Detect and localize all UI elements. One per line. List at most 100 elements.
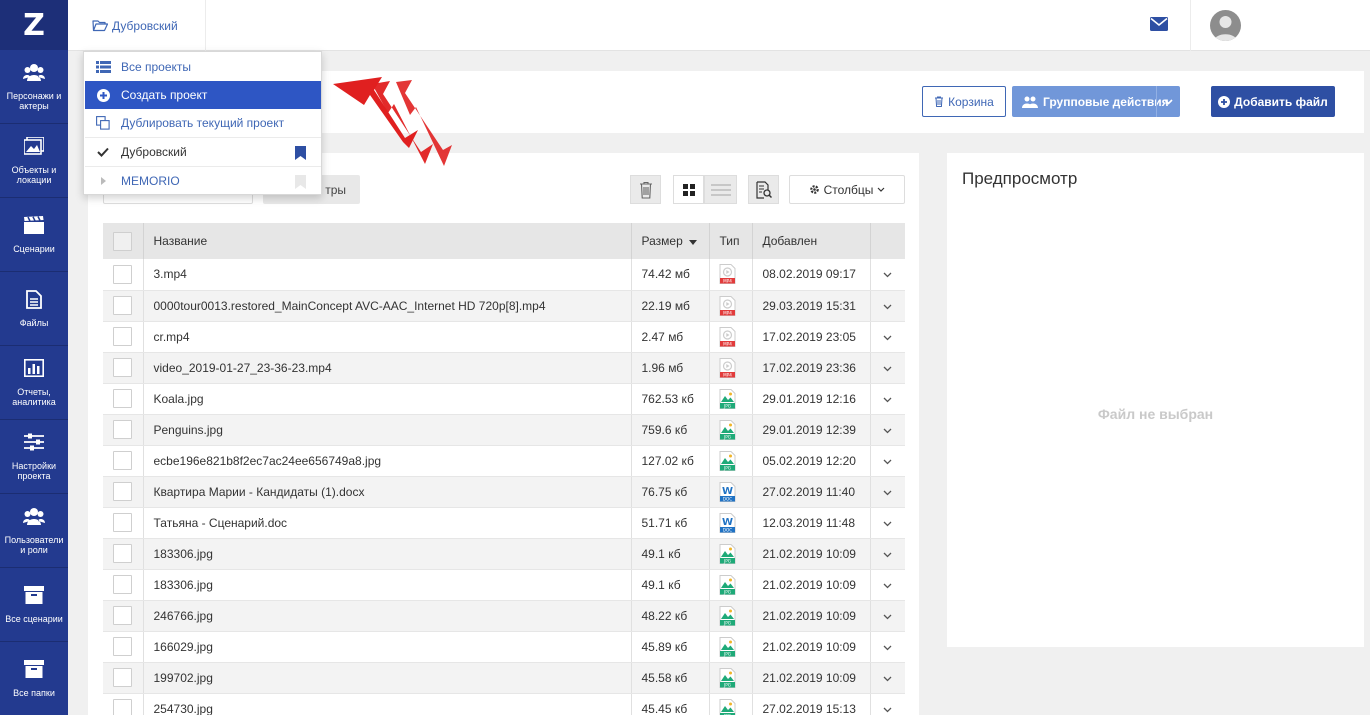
row-checkbox[interactable] <box>113 420 132 439</box>
file-name[interactable]: Koala.jpg <box>142 383 631 415</box>
mail-icon[interactable] <box>1150 17 1168 34</box>
table-row[interactable]: 0000tour0013.restored_MainConcept AVC-AA… <box>103 290 905 322</box>
chevron-down-icon[interactable] <box>1156 86 1180 117</box>
row-expand-chevron-icon[interactable] <box>869 290 905 322</box>
row-checkbox[interactable] <box>113 451 132 470</box>
column-header-added[interactable]: Добавлен <box>751 223 870 259</box>
file-name[interactable]: 166029.jpg <box>142 631 631 663</box>
sidebar-item-7[interactable]: Пользователи и роли <box>0 494 68 568</box>
row-expand-chevron-icon[interactable] <box>869 538 905 570</box>
row-checkbox[interactable] <box>113 358 132 377</box>
file-name[interactable]: cr.mp4 <box>142 321 631 353</box>
row-checkbox[interactable] <box>113 327 132 346</box>
file-name[interactable]: 0000tour0013.restored_MainConcept AVC-AA… <box>142 290 631 322</box>
row-expand-chevron-icon[interactable] <box>869 414 905 446</box>
columns-button[interactable]: Столбцы <box>789 175 905 204</box>
sidebar-item-6[interactable]: Настройки проекта <box>0 420 68 494</box>
row-expand-chevron-icon[interactable] <box>869 352 905 384</box>
table-row[interactable]: 254730.jpg45.45 кбJPG27.02.2019 15:13 <box>103 693 905 715</box>
row-expand-chevron-icon[interactable] <box>869 600 905 632</box>
table-row[interactable]: Квартира Марии - Кандидаты (1).docx 76.75… <box>103 476 905 508</box>
menu-item-create-project[interactable]: Создать проект <box>85 81 321 109</box>
table-row[interactable]: 166029.jpg 45.89 кб JPG 21.02.2019 10:09 <box>103 631 905 663</box>
row-checkbox[interactable] <box>113 606 132 625</box>
row-expand-chevron-icon[interactable] <box>869 476 905 508</box>
row-checkbox[interactable] <box>113 575 132 594</box>
column-header-type[interactable]: Тип <box>708 223 752 259</box>
table-row[interactable]: 3.mp4 74.42 мб MP4 08.02.2019 09:17 <box>103 259 905 291</box>
table-row[interactable]: cr.mp4 2.47 мб MP4 17.02.2019 23:05 <box>103 321 905 353</box>
menu-item-all-projects[interactable]: Все проекты <box>85 53 321 81</box>
sidebar-item-5[interactable]: Отчеты, аналитика <box>0 346 68 420</box>
row-checkbox[interactable] <box>113 389 132 408</box>
column-header-name[interactable]: Название <box>142 223 631 259</box>
add-file-button[interactable]: Добавить файл <box>1211 86 1335 117</box>
row-expand-chevron-icon[interactable] <box>869 321 905 353</box>
sidebar-item-label: Сценарии <box>13 243 55 254</box>
row-expand-chevron-icon[interactable] <box>869 631 905 663</box>
column-header-size[interactable]: Размер <box>630 223 709 259</box>
row-checkbox[interactable] <box>113 513 132 532</box>
menu-item-duplicate-project[interactable]: Дублировать текущий проект <box>85 109 321 137</box>
list-view-button[interactable] <box>704 175 737 204</box>
group-actions-button[interactable]: Групповые действия <box>1012 86 1180 117</box>
preview-toggle-button[interactable] <box>748 175 779 204</box>
file-name[interactable]: 183306.jpg <box>142 538 631 570</box>
project-selector[interactable]: Дубровский <box>68 0 206 51</box>
row-expand-chevron-icon[interactable] <box>869 693 905 715</box>
row-checkbox[interactable] <box>113 668 132 687</box>
bookmark-icon[interactable] <box>295 146 306 163</box>
row-checkbox[interactable] <box>113 699 132 715</box>
menu-item-project-dubrovsky[interactable]: Дубровский <box>85 137 321 166</box>
sidebar-item-1[interactable]: Персонажи и актеры <box>0 50 68 124</box>
table-row[interactable]: video_2019-01-27_23-36-23.mp4 1.96 мб MP4 1… <box>103 352 905 384</box>
table-row[interactable]: Татьяна - Сценарий.doc 51.71 кб W DOC 12.03.… <box>103 507 905 539</box>
row-expand-chevron-icon[interactable] <box>869 445 905 477</box>
grid-view-button[interactable] <box>673 175 704 204</box>
file-added: 29.01.2019 12:16 <box>751 383 870 415</box>
file-type-icon: JPG <box>708 383 752 415</box>
svg-text:MP4: MP4 <box>723 279 732 284</box>
trash-button[interactable]: Корзина <box>922 86 1006 117</box>
table-row[interactable]: 183306.jpg 49.1 кб JPG 21.02.2019 10:09 <box>103 569 905 601</box>
row-expand-chevron-icon[interactable] <box>869 569 905 601</box>
table-row[interactable]: ecbe196e821b8f2ec7ac24ee656749a8.jpg 127.… <box>103 445 905 477</box>
file-name[interactable]: 254730.jpg <box>142 693 631 715</box>
table-row[interactable]: Penguins.jpg 759.6 кб JPG 29.01.2019 12:39 <box>103 414 905 446</box>
avatar[interactable] <box>1210 10 1241 41</box>
file-name[interactable]: ecbe196e821b8f2ec7ac24ee656749a8.jpg <box>142 445 631 477</box>
bookmark-icon[interactable] <box>295 175 306 192</box>
file-name[interactable]: 3.mp4 <box>142 259 631 291</box>
file-name[interactable]: Квартира Марии - Кандидаты (1).docx <box>142 476 631 508</box>
delete-button[interactable] <box>630 175 661 204</box>
app-logo[interactable]: Z <box>0 0 68 50</box>
row-expand-chevron-icon[interactable] <box>869 259 905 291</box>
row-expand-chevron-icon[interactable] <box>869 662 905 694</box>
row-expand-chevron-icon[interactable] <box>869 507 905 539</box>
menu-item-project-memorio[interactable]: MEMORIO <box>85 166 321 194</box>
sidebar-item-3[interactable]: Сценарии <box>0 198 68 272</box>
header-divider <box>1190 0 1191 51</box>
file-name[interactable]: 183306.jpg <box>142 569 631 601</box>
row-checkbox[interactable] <box>113 482 132 501</box>
file-name[interactable]: Татьяна - Сценарий.doc <box>142 507 631 539</box>
row-checkbox[interactable] <box>113 544 132 563</box>
table-row[interactable]: 246766.jpg 48.22 кб JPG 21.02.2019 10:09 <box>103 600 905 632</box>
select-all-checkbox[interactable] <box>113 231 132 251</box>
row-checkbox[interactable] <box>113 637 132 656</box>
table-row[interactable]: 199702.jpg 45.58 кб JPG 21.02.2019 10:09 <box>103 662 905 694</box>
file-name[interactable]: Penguins.jpg <box>142 414 631 446</box>
row-expand-chevron-icon[interactable] <box>869 383 905 415</box>
file-name[interactable]: 246766.jpg <box>142 600 631 632</box>
sidebar-item-9[interactable]: Все папки <box>0 642 68 715</box>
file-name[interactable]: 199702.jpg <box>142 662 631 694</box>
row-checkbox[interactable] <box>113 264 132 284</box>
sidebar-item-8[interactable]: Все сценарии <box>0 568 68 642</box>
sidebar-item-4[interactable]: Файлы <box>0 272 68 346</box>
file-name[interactable]: video_2019-01-27_23-36-23.mp4 <box>142 352 631 384</box>
row-checkbox[interactable] <box>113 296 132 315</box>
table-row[interactable]: Koala.jpg 762.53 кб JPG 29.01.2019 12:16 <box>103 383 905 415</box>
sidebar-item-label: Пользователи и роли <box>4 534 64 555</box>
table-row[interactable]: 183306.jpg 49.1 кб JPG 21.02.2019 10:09 <box>103 538 905 570</box>
sidebar-item-2[interactable]: Объекты и локации <box>0 124 68 198</box>
